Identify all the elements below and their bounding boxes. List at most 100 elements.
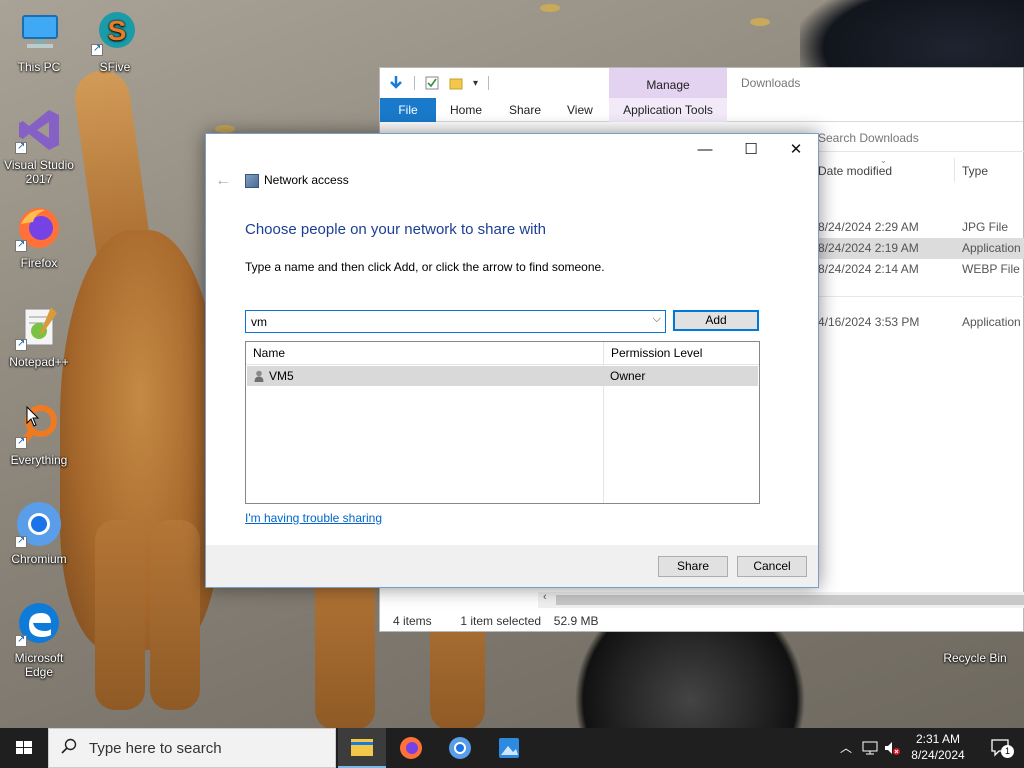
wallpaper-leaf	[750, 18, 770, 26]
firefox-icon	[15, 204, 63, 252]
chevron-down-icon[interactable]: ⌵	[653, 313, 661, 326]
manage-context-tab[interactable]: Manage	[609, 68, 727, 98]
maximize-button[interactable]: ☐	[728, 134, 774, 165]
shortcut-arrow-icon	[15, 534, 27, 548]
add-button[interactable]: Add	[673, 310, 759, 331]
taskbar-photos[interactable]	[485, 728, 533, 768]
taskbar: Type here to search ︿ 2:31 AM 8/24/2024 …	[0, 728, 1024, 768]
list-row-user[interactable]: VM5 Owner	[247, 366, 758, 386]
desktop-icon-label: SFive	[99, 60, 131, 74]
desktop-icon-recycle-bin[interactable]: Recycle Bin	[937, 651, 1013, 665]
file-type: WEBP File	[962, 262, 1020, 276]
taskbar-file-explorer[interactable]	[338, 728, 386, 768]
sort-chevron-icon: ⌄	[880, 156, 887, 165]
tab-home[interactable]: Home	[450, 98, 482, 122]
shortcut-arrow-icon	[15, 140, 27, 154]
cancel-button[interactable]: Cancel	[737, 556, 807, 577]
system-tray: ︿	[838, 728, 903, 768]
file-date: 8/24/2024 2:14 AM	[818, 262, 919, 276]
desktop-icon-label: Recycle Bin	[943, 651, 1007, 665]
mouse-cursor-icon	[26, 406, 40, 427]
user-name: VM5	[269, 369, 294, 383]
desktop-icon-sfive[interactable]: S SFive	[77, 8, 153, 74]
status-selected-size: 52.9 MB	[553, 614, 599, 628]
dialog-footer: Share Cancel	[206, 545, 818, 587]
qat-dropdown-icon[interactable]: ▾	[473, 78, 478, 89]
taskbar-search-box[interactable]: Type here to search	[48, 728, 336, 768]
desktop-icon-label: This PC	[17, 60, 61, 74]
minimize-button[interactable]: —	[682, 134, 728, 165]
scroll-left-arrow-icon[interactable]: ‹	[543, 591, 547, 603]
wallpaper-leaf	[540, 4, 560, 12]
action-center-button[interactable]: 1	[982, 728, 1024, 768]
close-button[interactable]: ✕	[773, 134, 819, 165]
shortcut-arrow-icon	[91, 42, 103, 56]
chromium-icon	[449, 737, 471, 759]
taskbar-chromium[interactable]	[436, 728, 484, 768]
tab-file[interactable]: File	[380, 98, 436, 122]
trouble-sharing-link[interactable]: I'm having trouble sharing	[245, 511, 382, 525]
file-date: 8/24/2024 2:19 AM	[818, 241, 919, 255]
share-user-combobox[interactable]: ⌵	[245, 310, 666, 333]
chromium-icon	[15, 500, 63, 548]
file-row[interactable]: 8/24/2024 2:14 AM WEBP File	[818, 259, 1024, 280]
desktop-icon-this-pc[interactable]: This PC	[1, 8, 77, 74]
volume-muted-icon[interactable]	[884, 740, 900, 756]
explorer-ribbon-tabs: File Home Share View Application Tools	[380, 98, 1023, 122]
shortcut-arrow-icon	[15, 435, 27, 449]
desktop-icon-label: Microsoft Edge	[14, 651, 64, 679]
column-type[interactable]: Type	[962, 164, 988, 178]
network-sharing-icon	[245, 174, 259, 188]
permission-level[interactable]: Owner	[610, 366, 645, 386]
horizontal-scrollbar[interactable]: ‹	[538, 591, 1024, 608]
file-date: 8/24/2024 2:29 AM	[818, 220, 919, 234]
start-button[interactable]	[0, 728, 48, 768]
network-access-dialog[interactable]: — ☐ ✕ ← Network access Choose people on …	[205, 133, 819, 588]
desktop-icon-notepad-plus-plus[interactable]: Notepad++	[1, 303, 77, 369]
desktop-icon-label: Visual Studio 2017	[4, 158, 74, 186]
taskbar-firefox[interactable]	[387, 728, 435, 768]
desktop-icon-firefox[interactable]: Firefox	[1, 204, 77, 270]
download-arrow-icon[interactable]	[388, 75, 404, 91]
tab-view[interactable]: View	[567, 98, 593, 122]
back-arrow-icon[interactable]: ←	[215, 172, 231, 190]
show-hidden-icons-chevron-icon[interactable]: ︿	[840, 739, 852, 756]
desktop-icon-visual-studio[interactable]: Visual Studio 2017	[1, 106, 77, 186]
share-user-input[interactable]	[246, 311, 641, 332]
visual-studio-icon	[15, 106, 63, 154]
file-type: Application	[962, 315, 1021, 329]
explorer-search-input[interactable]: Search Downloads	[818, 131, 919, 145]
desktop-icon-label: Notepad++	[9, 355, 69, 369]
desktop-icon-chromium[interactable]: Chromium	[1, 500, 77, 566]
scrollbar-thumb[interactable]	[556, 595, 1024, 605]
column-name[interactable]: Name	[246, 342, 285, 365]
new-folder-icon[interactable]	[449, 76, 463, 90]
desktop-icon-edge[interactable]: Microsoft Edge	[1, 599, 77, 679]
explorer-status-bar: 4 items 1 item selected 52.9 MB	[380, 610, 1024, 632]
tab-share[interactable]: Share	[509, 98, 541, 122]
status-selected-count: 1 item selected	[460, 614, 542, 628]
sharing-permissions-list[interactable]: Name Permission Level VM5 Owner	[245, 341, 760, 504]
file-row-selected[interactable]: 8/24/2024 2:19 AM Application	[818, 238, 1024, 259]
column-permission-level[interactable]: Permission Level	[604, 342, 702, 365]
shortcut-arrow-icon	[15, 337, 27, 351]
file-type: Application	[962, 241, 1021, 255]
dialog-title: Network access	[264, 173, 349, 187]
tab-application-tools[interactable]: Application Tools	[609, 98, 727, 122]
column-date-modified[interactable]: Date modified	[818, 164, 892, 178]
properties-checkmark-icon[interactable]	[425, 76, 439, 90]
windows-logo-icon	[16, 741, 32, 754]
status-item-count: 4 items	[393, 614, 432, 628]
file-row[interactable]: 8/24/2024 2:29 AM JPG File	[818, 217, 1024, 238]
taskbar-clock[interactable]: 2:31 AM 8/24/2024	[903, 731, 973, 763]
dialog-heading: Choose people on your network to share w…	[245, 221, 547, 238]
file-row[interactable]: 4/16/2024 3:53 PM Application	[818, 312, 1024, 333]
svg-text:S: S	[108, 15, 127, 46]
this-pc-icon	[15, 8, 63, 56]
edge-icon	[15, 599, 63, 647]
search-icon	[61, 738, 77, 754]
network-icon[interactable]	[862, 741, 878, 755]
wallpaper-leaf	[215, 125, 235, 133]
clock-time: 2:31 AM	[915, 732, 961, 746]
share-button[interactable]: Share	[658, 556, 728, 577]
